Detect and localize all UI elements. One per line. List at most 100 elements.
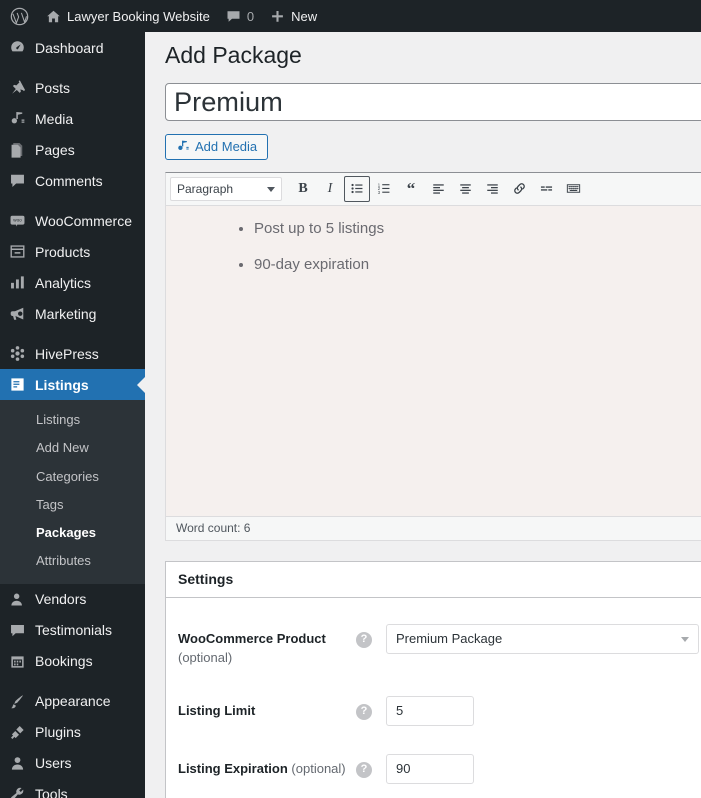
paragraph-format-select[interactable]: Paragraph bbox=[170, 176, 282, 201]
title-field-wrap bbox=[165, 82, 701, 121]
sidebar-item-label: Testimonials bbox=[35, 622, 113, 638]
sidebar-item-label: Analytics bbox=[35, 274, 92, 291]
editor-content-area[interactable]: Post up to 5 listings 90-day expiration bbox=[166, 205, 701, 516]
sidebar-item-marketing[interactable]: Marketing bbox=[0, 298, 145, 329]
settings-metabox-body: WooCommerce Product (optional) ? Premium… bbox=[166, 598, 701, 798]
field-label: Listing Expiration (optional) bbox=[178, 754, 353, 779]
submenu-item-add-new[interactable]: Add New bbox=[0, 434, 145, 462]
listing-expiration-input[interactable] bbox=[386, 753, 474, 784]
sidebar-item-plugins[interactable]: Plugins bbox=[0, 717, 145, 748]
testimonials-icon bbox=[9, 622, 35, 639]
field-row-listing-expiration: Listing Expiration (optional) ? bbox=[178, 738, 701, 796]
sidebar-item-label: Dashboard bbox=[35, 39, 104, 56]
pin-icon bbox=[9, 79, 35, 96]
settings-heading: Settings bbox=[178, 571, 234, 588]
sidebar-item-label: Bookings bbox=[35, 653, 93, 669]
sidebar-item-users[interactable]: Users bbox=[0, 748, 145, 779]
hivepress-icon bbox=[9, 345, 35, 362]
content-area: Add Package Add Media Paragraph bbox=[145, 32, 701, 798]
svg-text:3: 3 bbox=[377, 190, 380, 195]
sidebar-item-pages[interactable]: Pages bbox=[0, 134, 145, 165]
sidebar-item-label: Pages bbox=[35, 141, 75, 158]
sidebar-item-appearance[interactable]: Appearance bbox=[0, 686, 145, 717]
post-title-input[interactable] bbox=[165, 82, 701, 121]
comments-menu[interactable]: 0 bbox=[218, 0, 262, 32]
user-icon bbox=[9, 755, 35, 772]
paragraph-format-value: Paragraph bbox=[177, 181, 234, 196]
keyboard-shortcuts-icon[interactable] bbox=[560, 176, 586, 202]
sidebar-item-testimonials[interactable]: Testimonials bbox=[0, 615, 145, 646]
help-icon[interactable]: ? bbox=[356, 631, 372, 648]
field-control bbox=[386, 753, 701, 784]
editor-toolbar: Paragraph B I 1 2 3 “ bbox=[166, 172, 701, 206]
site-name-label: Lawyer Booking Website bbox=[67, 8, 210, 24]
sidebar-item-products[interactable]: Products bbox=[0, 236, 145, 267]
sidebar-item-label: Appearance bbox=[35, 693, 111, 709]
dashboard-icon bbox=[9, 39, 35, 56]
listing-limit-input[interactable] bbox=[386, 695, 474, 726]
list-item: Post up to 5 listings bbox=[254, 218, 701, 240]
woocommerce-product-select[interactable]: Premium Package bbox=[386, 623, 699, 654]
numbered-list-icon[interactable]: 1 2 3 bbox=[371, 176, 397, 202]
read-more-icon[interactable] bbox=[533, 176, 559, 202]
wordpress-logo-button[interactable] bbox=[0, 0, 38, 32]
submenu-item-attributes[interactable]: Attributes bbox=[0, 547, 145, 575]
editor-status-bar: Word count: 6 bbox=[166, 515, 701, 540]
sidebar-item-vendors[interactable]: Vendors bbox=[0, 584, 145, 615]
wrench-icon bbox=[9, 786, 35, 798]
sidebar-item-analytics[interactable]: Analytics bbox=[0, 267, 145, 298]
woocommerce-icon: woo bbox=[9, 212, 35, 229]
editor-container: Paragraph B I 1 2 3 “ • Post up to 5 lis… bbox=[165, 171, 701, 541]
align-center-icon[interactable] bbox=[452, 176, 478, 202]
media-icon bbox=[176, 139, 190, 155]
user-icon bbox=[9, 591, 35, 608]
bulleted-list-icon[interactable] bbox=[344, 175, 370, 202]
align-right-icon[interactable] bbox=[479, 176, 505, 202]
admin-bar: Lawyer Booking Website 0 New bbox=[0, 0, 701, 32]
settings-metabox-header[interactable]: Settings bbox=[166, 562, 701, 598]
sidebar-item-label: Products bbox=[35, 243, 91, 260]
submenu-item-listings[interactable]: Listings bbox=[0, 406, 145, 434]
help-icon[interactable]: ? bbox=[356, 703, 372, 720]
field-row-woocommerce-product: WooCommerce Product (optional) ? Premium… bbox=[178, 608, 701, 680]
sidebar-item-tools[interactable]: Tools bbox=[0, 779, 145, 798]
comment-bubble-icon bbox=[226, 9, 241, 24]
bold-icon[interactable]: B bbox=[290, 176, 316, 202]
listings-submenu: Listings Add New Categories Tags Package… bbox=[0, 400, 145, 584]
sidebar-item-woocommerce[interactable]: woo WooCommerce bbox=[0, 205, 145, 236]
sidebar-item-hivepress[interactable]: HivePress bbox=[0, 338, 145, 369]
sidebar-item-media[interactable]: Media bbox=[0, 103, 145, 134]
add-media-label: Add Media bbox=[195, 139, 258, 155]
media-buttons-bar: Add Media bbox=[165, 121, 701, 172]
new-content-menu[interactable]: New bbox=[262, 0, 325, 32]
wordpress-logo-icon bbox=[10, 7, 29, 26]
admin-sidebar-menu: Dashboard Posts Media Pages Comments woo… bbox=[0, 32, 145, 798]
submenu-item-tags[interactable]: Tags bbox=[0, 491, 145, 519]
sidebar-item-comments[interactable]: Comments bbox=[0, 165, 145, 196]
blockquote-icon[interactable]: “ bbox=[398, 176, 424, 202]
submenu-item-categories[interactable]: Categories bbox=[0, 463, 145, 491]
sidebar-item-label: Vendors bbox=[35, 591, 87, 607]
site-name-menu[interactable]: Lawyer Booking Website bbox=[38, 0, 218, 32]
align-left-icon[interactable] bbox=[425, 176, 451, 202]
field-label-text: Listing Expiration bbox=[178, 760, 288, 776]
help-icon[interactable]: ? bbox=[356, 761, 372, 778]
sidebar-item-dashboard[interactable]: Dashboard bbox=[0, 32, 145, 63]
chevron-down-icon bbox=[267, 186, 275, 192]
add-media-button[interactable]: Add Media bbox=[165, 133, 269, 160]
sidebar-item-posts[interactable]: Posts bbox=[0, 72, 145, 103]
sidebar-item-listings[interactable]: Listings bbox=[0, 369, 145, 400]
word-count-label: Word count: 6 bbox=[176, 521, 251, 536]
link-icon[interactable] bbox=[506, 176, 532, 202]
italic-icon[interactable]: I bbox=[317, 176, 343, 202]
field-control: Premium Package bbox=[386, 623, 701, 654]
sidebar-item-bookings[interactable]: Bookings bbox=[0, 646, 145, 677]
list-item: 90-day expiration bbox=[254, 254, 701, 276]
submenu-item-packages[interactable]: Packages bbox=[0, 519, 145, 547]
chevron-down-icon bbox=[681, 636, 689, 642]
media-icon bbox=[9, 110, 35, 127]
sidebar-item-label: HivePress bbox=[35, 345, 99, 362]
comments-count: 0 bbox=[246, 8, 255, 24]
field-label: WooCommerce Product (optional) bbox=[178, 624, 353, 668]
comment-bubble-icon bbox=[9, 172, 35, 189]
